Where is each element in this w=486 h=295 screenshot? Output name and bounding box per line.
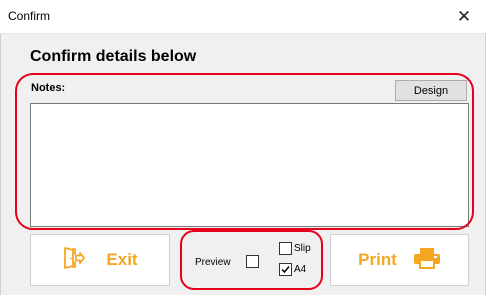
print-options-group: Preview Slip A4 [180, 230, 323, 290]
printer-icon [413, 246, 441, 275]
exit-door-icon [62, 246, 86, 275]
window-title: Confirm [8, 9, 51, 23]
a4-checkbox[interactable] [279, 263, 292, 276]
notes-label: Notes: [31, 82, 66, 94]
preview-checkbox[interactable] [246, 255, 259, 268]
slip-label: Slip [294, 243, 311, 254]
page-title: Confirm details below [30, 48, 197, 65]
slip-checkbox[interactable] [279, 242, 292, 255]
checkmark-icon [281, 266, 290, 274]
exit-label: Exit [106, 250, 138, 269]
design-button[interactable]: Design [395, 80, 467, 101]
print-label: Print [358, 250, 397, 269]
exit-button[interactable]: Exit [30, 234, 170, 286]
close-button[interactable]: ✕ [442, 0, 486, 34]
a4-label: A4 [294, 264, 307, 275]
print-button[interactable]: Print [330, 234, 469, 286]
notes-textarea[interactable] [30, 103, 469, 227]
preview-label: Preview [195, 257, 231, 268]
title-bar: Confirm ✕ [0, 0, 486, 34]
